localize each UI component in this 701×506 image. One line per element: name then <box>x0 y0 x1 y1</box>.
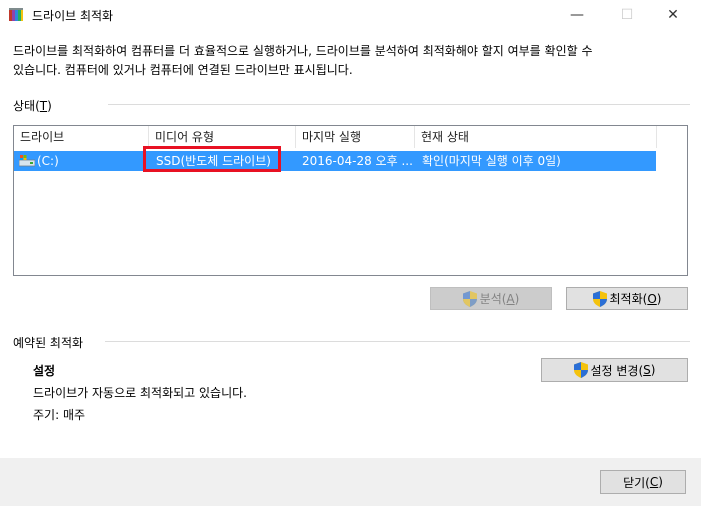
cell-status: 확인(마지막 실행 이후 0일) <box>422 154 561 168</box>
column-header-media-type[interactable]: 미디어 유형 <box>149 126 296 148</box>
maximize-icon: ☐ <box>620 7 634 23</box>
close-button[interactable]: 닫기(C) <box>600 470 686 494</box>
column-header-status[interactable]: 현재 상태 <box>415 126 657 148</box>
scheduled-divider <box>105 341 690 342</box>
uac-shield-icon <box>573 362 588 378</box>
minimize-icon: — <box>570 7 584 23</box>
uac-shield-icon <box>592 290 607 307</box>
description-text: 드라이브를 최적화하여 컴퓨터를 더 효율적으로 실행하거나, 드라이브를 분석… <box>13 44 593 77</box>
close-icon: ✕ <box>667 7 679 23</box>
minimize-button[interactable]: — <box>554 0 600 30</box>
optimize-button[interactable]: 최적화(O) <box>566 287 688 310</box>
analyze-button[interactable]: 분석(A) <box>430 287 552 310</box>
column-header-drive[interactable]: 드라이브 <box>14 126 149 148</box>
settings-heading: 설정 <box>33 364 56 378</box>
window-title: 드라이브 최적화 <box>32 9 114 23</box>
drive-icon <box>19 155 35 167</box>
column-header-last-run[interactable]: 마지막 실행 <box>296 126 415 148</box>
media-type-highlight-box <box>143 146 281 172</box>
drives-list[interactable]: 드라이브 미디어 유형 마지막 실행 현재 상태 (C:) SSD(반도체 드라… <box>13 125 688 276</box>
frequency-text: 주기: 매주 <box>33 408 86 422</box>
table-row[interactable]: (C:) SSD(반도체 드라이브) 2016-04-28 오후 ... 확인(… <box>14 146 656 172</box>
status-divider <box>108 104 690 105</box>
defrag-app-icon <box>9 8 23 21</box>
uac-shield-icon <box>462 290 477 307</box>
close-window-button[interactable]: ✕ <box>650 0 696 30</box>
status-section-label: 상태(T) <box>13 99 52 113</box>
cell-last-run: 2016-04-28 오후 ... <box>302 154 412 168</box>
maximize-button[interactable]: ☐ <box>604 0 650 30</box>
cell-drive: (C:) <box>37 154 59 168</box>
change-settings-button[interactable]: 설정 변경(S) <box>541 358 688 382</box>
title-bar: 드라이브 최적화 — ☐ ✕ <box>0 0 701 30</box>
auto-optimize-text: 드라이브가 자동으로 최적화되고 있습니다. <box>33 386 247 400</box>
dialog-footer: 닫기(C) <box>0 458 701 506</box>
scheduled-section-label: 예약된 최적화 <box>13 336 84 350</box>
